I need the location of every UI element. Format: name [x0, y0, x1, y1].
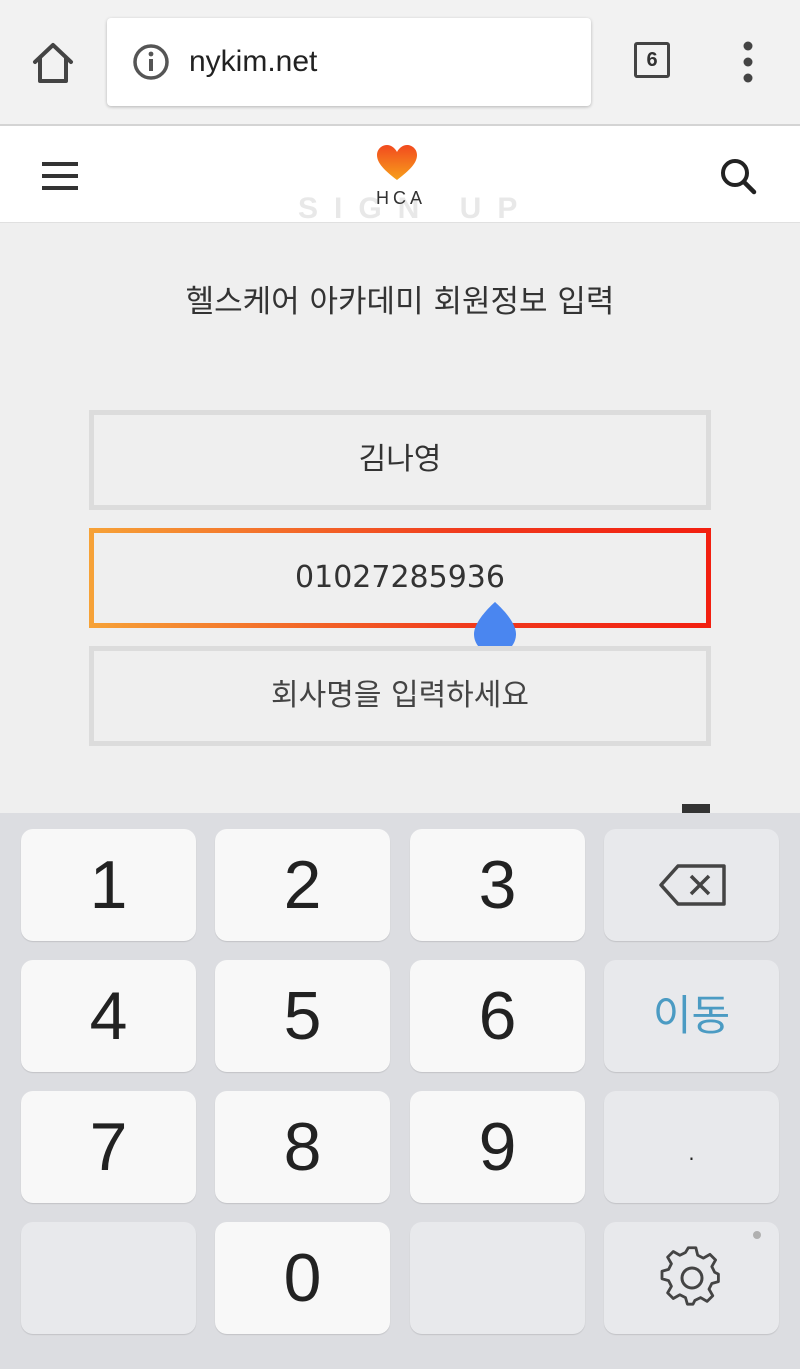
backspace-key[interactable] [604, 829, 779, 941]
home-icon[interactable] [28, 38, 78, 88]
region-select-partial[interactable] [0, 792, 800, 814]
url-text: nykim.net [189, 45, 318, 78]
numeric-keyboard: 1 2 3 4 5 6 이동 7 8 9 . 0 [0, 813, 800, 1369]
move-key[interactable]: 이동 [604, 960, 779, 1072]
page-title: 헬스케어 아카데미 회원정보 입력 [185, 284, 615, 320]
more-vert-icon[interactable] [736, 40, 760, 84]
key-7[interactable]: 7 [21, 1091, 196, 1203]
phone-field[interactable]: 01027285936 [89, 528, 711, 628]
key-3[interactable]: 3 [410, 829, 585, 941]
key-6[interactable]: 6 [410, 960, 585, 1072]
empty-key-right [410, 1222, 585, 1334]
info-icon[interactable] [131, 42, 171, 82]
settings-key[interactable] [604, 1222, 779, 1334]
key-1[interactable]: 1 [21, 829, 196, 941]
search-icon[interactable] [718, 156, 758, 196]
logo-text: HCA [376, 188, 427, 208]
heart-logo-icon[interactable] [376, 144, 418, 182]
key-5[interactable]: 5 [215, 960, 390, 1072]
key-8[interactable]: 8 [215, 1091, 390, 1203]
address-bar[interactable]: nykim.net [107, 18, 591, 106]
company-field[interactable]: 회사명을 입력하세요 [89, 646, 711, 746]
key-0[interactable]: 0 [215, 1222, 390, 1334]
tab-switcher-icon[interactable]: 6 [634, 42, 670, 78]
settings-gear-icon [660, 1246, 720, 1306]
empty-key-left [21, 1222, 196, 1334]
name-field[interactable]: 김나영 [89, 410, 711, 510]
hamburger-icon[interactable] [42, 162, 80, 190]
key-2[interactable]: 2 [215, 829, 390, 941]
key-4[interactable]: 4 [21, 960, 196, 1072]
site-header: SIGN UP HCA [0, 126, 800, 225]
browser-toolbar: nykim.net 6 [0, 0, 800, 126]
dot-key[interactable]: . [604, 1091, 779, 1203]
backspace-icon [659, 864, 726, 906]
key-9[interactable]: 9 [410, 1091, 585, 1203]
